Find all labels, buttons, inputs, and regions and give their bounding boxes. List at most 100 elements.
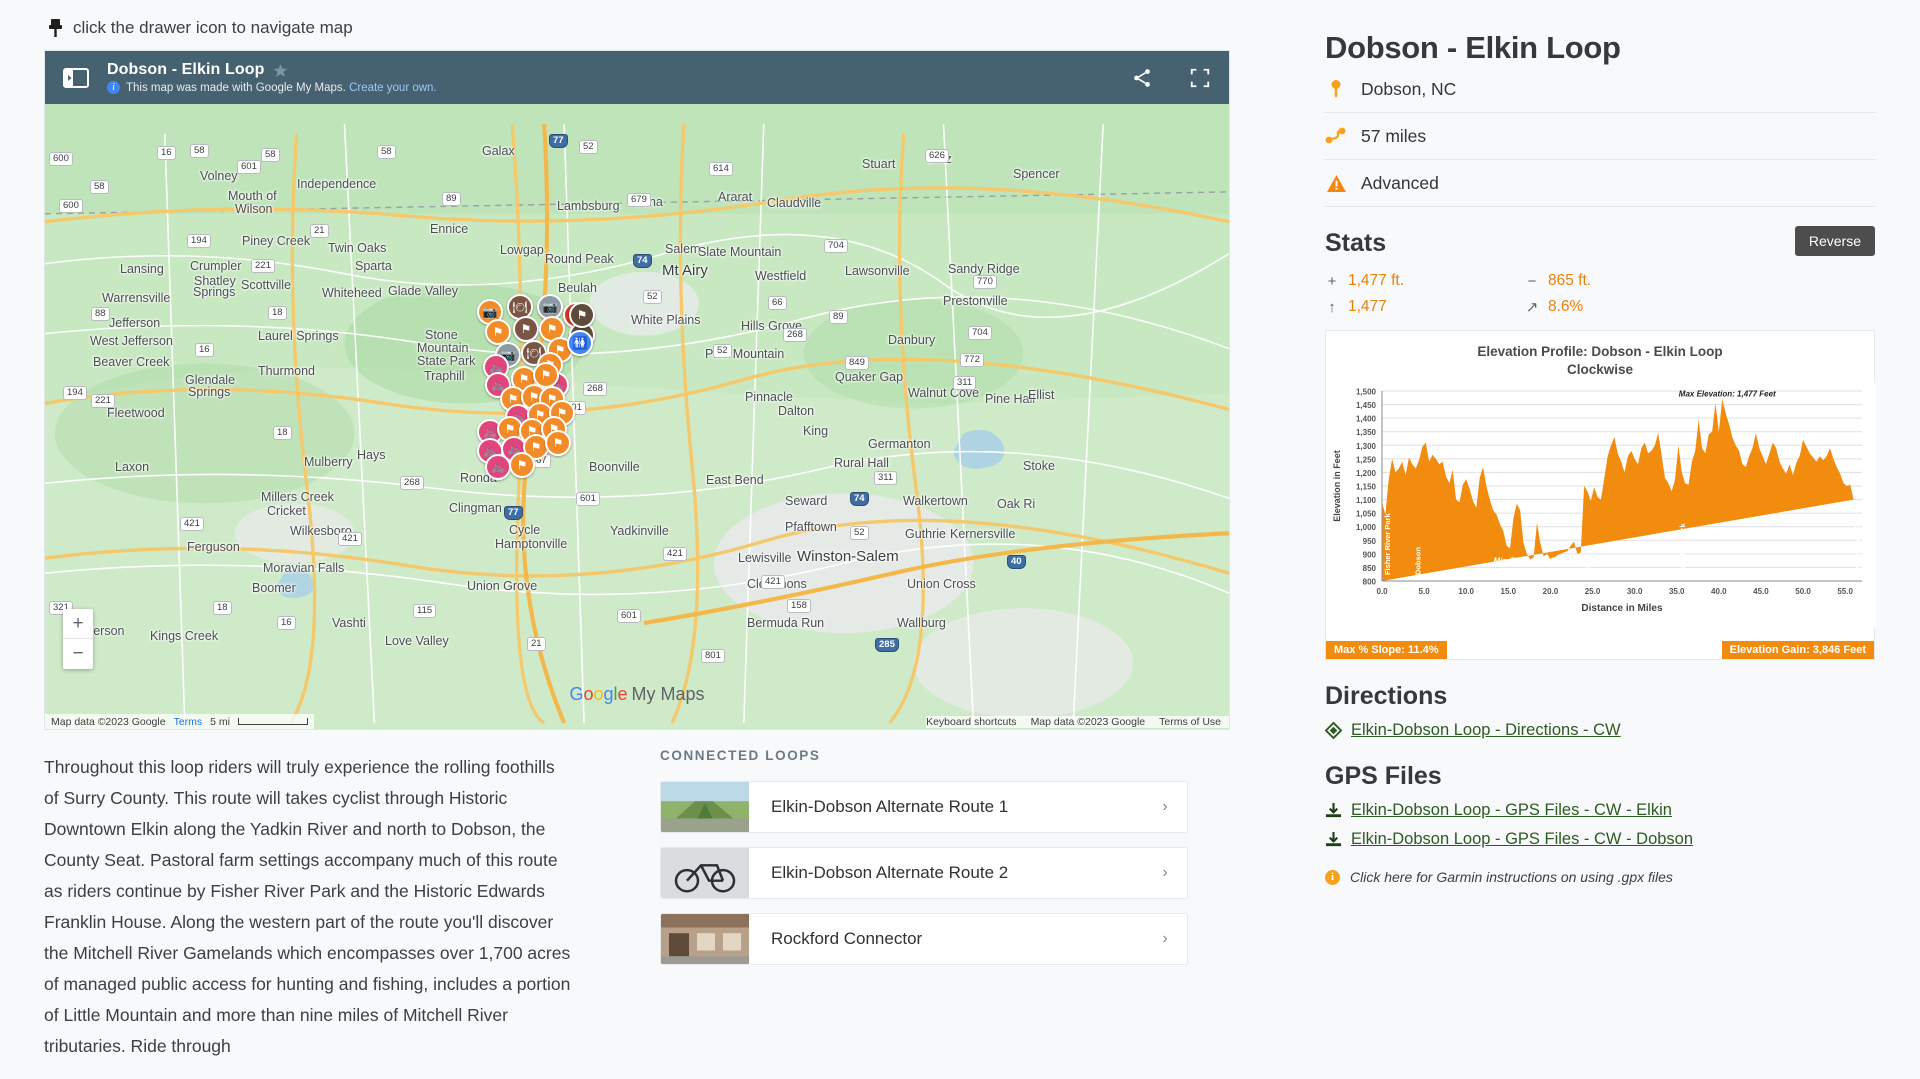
road-shield: 601 — [576, 492, 600, 506]
map-place-label: West Jefferson — [90, 334, 173, 348]
directions-heading: Directions — [1325, 682, 1448, 710]
mymaps-wordmark: My Maps — [631, 684, 705, 704]
svg-text:25.0: 25.0 — [1585, 587, 1601, 596]
svg-text:15.0: 15.0 — [1501, 587, 1517, 596]
download-icon — [1325, 802, 1342, 818]
map-marker[interactable]: 🚲 — [485, 454, 511, 480]
road-shield: 311 — [874, 471, 898, 485]
reverse-button[interactable]: Reverse — [1794, 226, 1875, 256]
meta-distance-label: 57 miles — [1361, 125, 1427, 146]
map-place-label: Yadkinville — [610, 524, 669, 538]
meta-difficulty-label: Advanced — [1361, 172, 1439, 193]
map-place-label: Crumpler — [190, 259, 242, 273]
road-shield: 158 — [787, 599, 811, 613]
list-item[interactable]: Rockford Connector › — [660, 913, 1188, 965]
map-title: Dobson - Elkin Loop — [107, 61, 265, 78]
star-icon[interactable] — [273, 63, 288, 78]
road-shield: 421 — [338, 532, 362, 546]
map-place-label: Pinnacle — [745, 390, 793, 404]
gps-link-row[interactable]: Elkin-Dobson Loop - GPS Files - CW - Elk… — [1325, 801, 1875, 820]
bicycle-photo — [661, 848, 749, 898]
share-icon[interactable] — [1131, 67, 1153, 89]
chevron-right-icon[interactable]: › — [1143, 798, 1187, 816]
map-place-label: Jefferson — [109, 316, 161, 330]
keyboard-shortcuts-link[interactable]: Keyboard shortcuts — [926, 716, 1016, 728]
list-item[interactable]: Elkin-Dobson Alternate Route 2 › — [660, 847, 1188, 899]
svg-text:30.0: 30.0 — [1627, 587, 1643, 596]
map-place-label: Hays — [357, 448, 386, 462]
map-marker[interactable]: ⚑ — [513, 316, 539, 342]
map-place-label: White Plains — [631, 313, 701, 327]
road-shield: 58 — [377, 145, 396, 159]
stat-elevation-loss: − 865 ft. — [1525, 272, 1875, 290]
road-shield: 74 — [633, 254, 652, 268]
zoom-in-button[interactable]: + — [63, 609, 93, 639]
map-place-label: Ellist — [1028, 388, 1055, 402]
svg-text:45.0: 45.0 — [1753, 587, 1769, 596]
map-zoom-controls[interactable]: + − — [63, 609, 93, 669]
map-place-label: King — [803, 424, 829, 438]
road-shield: 421 — [761, 575, 785, 589]
road-shield: 18 — [268, 306, 287, 320]
road-shield: 849 — [845, 356, 869, 370]
map-place-label: Spencer — [1013, 167, 1060, 181]
gps-link-row[interactable]: Elkin-Dobson Loop - GPS Files - CW - Dob… — [1325, 830, 1875, 849]
road-shield: 221 — [251, 259, 275, 273]
map-scale-label: 5 mi — [210, 715, 231, 728]
road-shield: 52 — [850, 526, 869, 540]
minus-icon: − — [1527, 272, 1537, 290]
map-marker[interactable]: ⚑ — [545, 430, 571, 456]
terms-of-use-link[interactable]: Terms of Use — [1159, 716, 1221, 728]
road-shield: 421 — [180, 517, 204, 531]
map-place-label: Stone — [425, 328, 458, 342]
location-pin-icon — [1325, 78, 1347, 100]
road-shield: 601 — [237, 160, 261, 174]
map-marker[interactable]: 🚻 — [567, 330, 593, 356]
arrow-up-icon: ↑ — [1328, 298, 1336, 316]
stat-value: 1,477 ft. — [1348, 272, 1405, 289]
svg-text:Dobson: Dobson — [1413, 547, 1422, 575]
create-your-own-link[interactable]: Create your own. — [349, 82, 437, 94]
directions-link-row[interactable]: Elkin-Dobson Loop - Directions - CW — [1325, 721, 1875, 740]
chevron-right-icon[interactable]: › — [1143, 864, 1187, 882]
route-description: Throughout this loop riders will truly e… — [44, 757, 571, 1056]
map-place-label: Seward — [785, 494, 828, 508]
google-wordmark: Google — [569, 684, 628, 704]
download-icon — [1325, 831, 1342, 847]
road-shield: 614 — [709, 162, 733, 176]
map-marker[interactable]: ⚑ — [509, 452, 535, 478]
map-place-label: Lowgap — [500, 243, 544, 257]
road-shield: 268 — [583, 382, 607, 396]
chart-badges: Max % Slope: 11.4% Elevation Gain: 3,846… — [1326, 641, 1874, 659]
map-terms-link[interactable]: Terms — [174, 716, 203, 728]
list-item[interactable]: Elkin-Dobson Alternate Route 1 › — [660, 781, 1188, 833]
map-canvas[interactable]: GalaxStuartCritzSpencerVolneyIndependenc… — [45, 104, 1229, 729]
svg-text:Min Elevation: 872 Feet: Min Elevation: 872 Feet — [1494, 556, 1583, 565]
gps-file-link[interactable]: Elkin-Dobson Loop - GPS Files - CW - Elk… — [1351, 801, 1672, 820]
road-shield: 16 — [277, 616, 296, 630]
page-title: Dobson - Elkin Loop — [1325, 30, 1621, 65]
directions-link[interactable]: Elkin-Dobson Loop - Directions - CW — [1351, 721, 1621, 740]
zoom-out-button[interactable]: − — [63, 639, 93, 669]
map-place-label: Galax — [482, 144, 515, 158]
map-place-label: Germanton — [868, 437, 931, 451]
max-slope-badge: Max % Slope: 11.4% — [1326, 641, 1447, 659]
map-place-label: Cricket — [267, 504, 306, 518]
fullscreen-icon[interactable] — [1189, 67, 1211, 89]
map-panel[interactable]: Dobson - Elkin Loop i This map was made … — [44, 50, 1230, 730]
map-header-actions — [1131, 67, 1211, 89]
map-place-label: Millers Creek — [261, 490, 334, 504]
road-shield: 18 — [213, 601, 232, 615]
chevron-right-icon[interactable]: › — [1143, 930, 1187, 948]
map-place-label: Wallburg — [897, 616, 946, 630]
elevation-gain-badge: Elevation Gain: 3,846 Feet — [1721, 641, 1874, 659]
road-shield: 58 — [190, 144, 209, 158]
map-place-label: Lansing — [120, 262, 164, 276]
map-marker[interactable]: ⚑ — [569, 302, 595, 328]
gps-file-link[interactable]: Elkin-Dobson Loop - GPS Files - CW - Dob… — [1351, 830, 1693, 849]
garmin-note[interactable]: i Click here for Garmin instructions on … — [1325, 869, 1875, 885]
map-place-label: Sandy Ridge — [948, 262, 1020, 276]
road-shield: 74 — [850, 492, 869, 506]
drawer-icon[interactable] — [63, 67, 89, 89]
road-shield: 58 — [261, 148, 280, 162]
